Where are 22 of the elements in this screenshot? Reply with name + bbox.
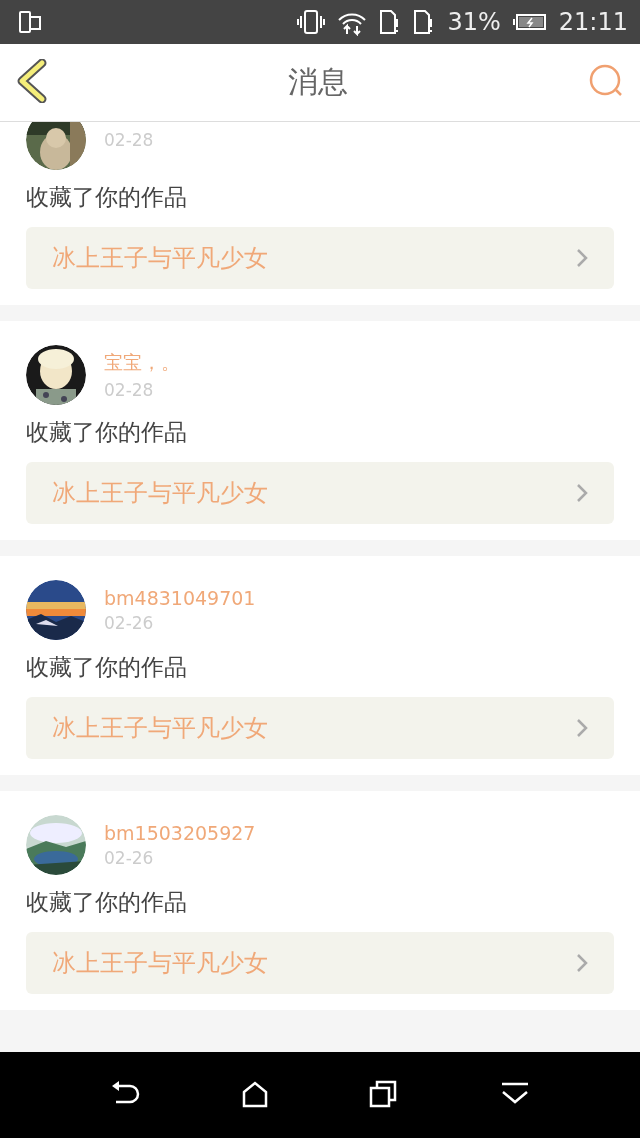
work-link[interactable]: 冰上王子与平凡少女 [26, 932, 614, 994]
work-link[interactable]: 冰上王子与平凡少女 [26, 462, 614, 524]
username[interactable]: 宝宝，。 [104, 350, 180, 376]
username[interactable]: bm1503205927 [104, 822, 256, 844]
message-text: 收藏了你的作品 [26, 183, 188, 212]
vibrate-icon [297, 9, 326, 35]
work-link[interactable]: 冰上王子与平凡少女 [26, 697, 614, 759]
message-text: 收藏了你的作品 [26, 418, 188, 447]
chevron-right-icon [576, 953, 588, 973]
work-link[interactable]: 冰上王子与平凡少女 [26, 227, 614, 289]
screen-mirror-icon [18, 10, 42, 34]
username[interactable]: bm4831049701 [104, 587, 256, 609]
page-title: 消息 [288, 63, 348, 101]
message-text: 收藏了你的作品 [26, 653, 188, 682]
battery-percent: 31% [447, 8, 501, 36]
message-text: 收藏了你的作品 [26, 888, 188, 917]
chevron-right-icon [576, 248, 588, 268]
clock-time: 21:11 [558, 8, 628, 36]
chevron-right-icon [576, 483, 588, 503]
back-button[interactable] [16, 59, 48, 106]
battery-charging-icon [512, 13, 547, 31]
chevron-right-icon [576, 718, 588, 738]
